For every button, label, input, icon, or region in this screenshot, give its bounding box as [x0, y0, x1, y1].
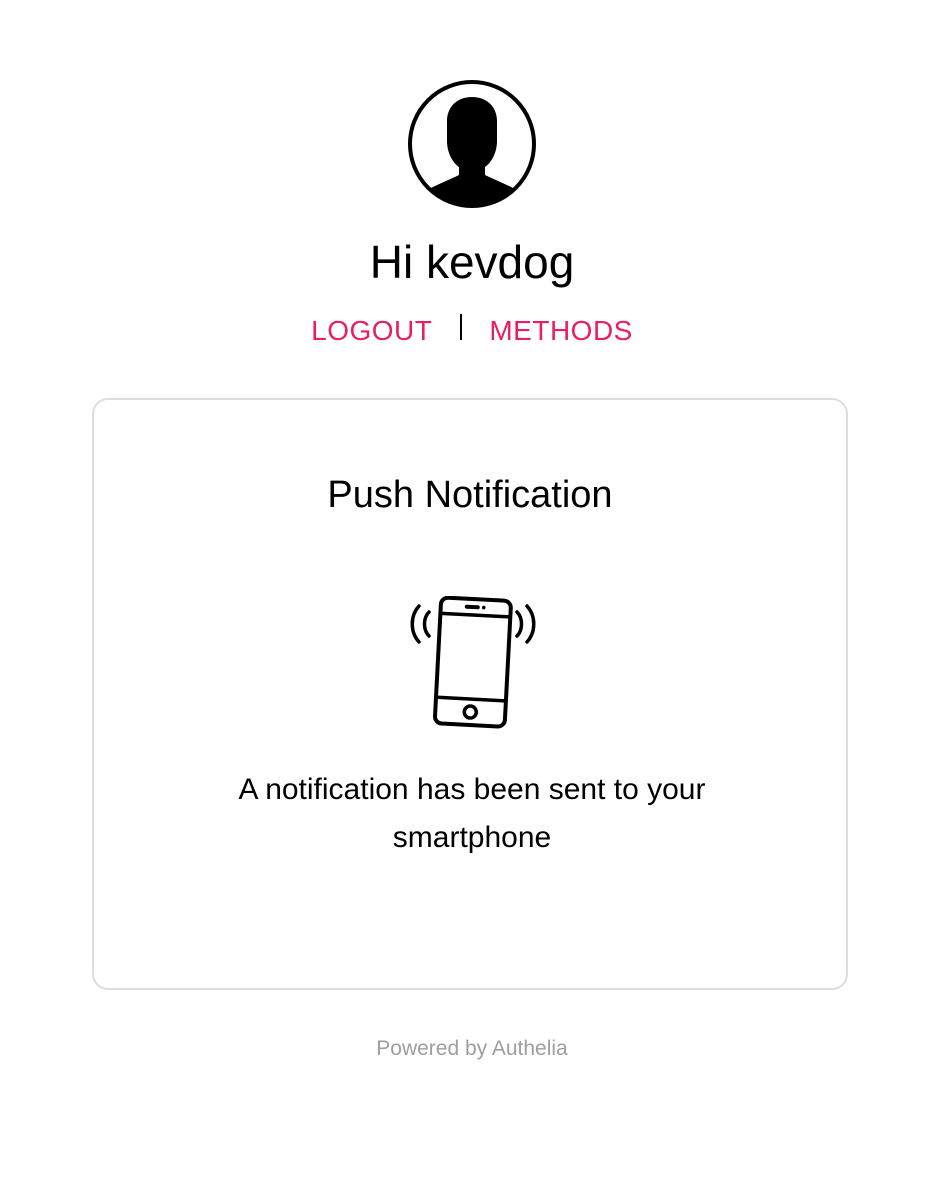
action-separator [460, 314, 463, 340]
header-actions: LOGOUT METHODS [0, 311, 944, 351]
notification-message: A notification has been sent to your sma… [238, 773, 706, 854]
logout-button[interactable]: LOGOUT [311, 315, 432, 347]
card-title: Push Notification [327, 474, 613, 516]
methods-button[interactable]: METHODS [489, 315, 633, 347]
avatar [407, 79, 537, 209]
greeting-text: Hi kevdog [369, 236, 575, 288]
user-avatar-icon [408, 80, 536, 208]
vibrating-smartphone-icon [409, 595, 543, 730]
powered-by-footer: Powered by Authelia [376, 1037, 568, 1060]
push-notification-card: Push Notification A notification has bee… [92, 398, 848, 990]
